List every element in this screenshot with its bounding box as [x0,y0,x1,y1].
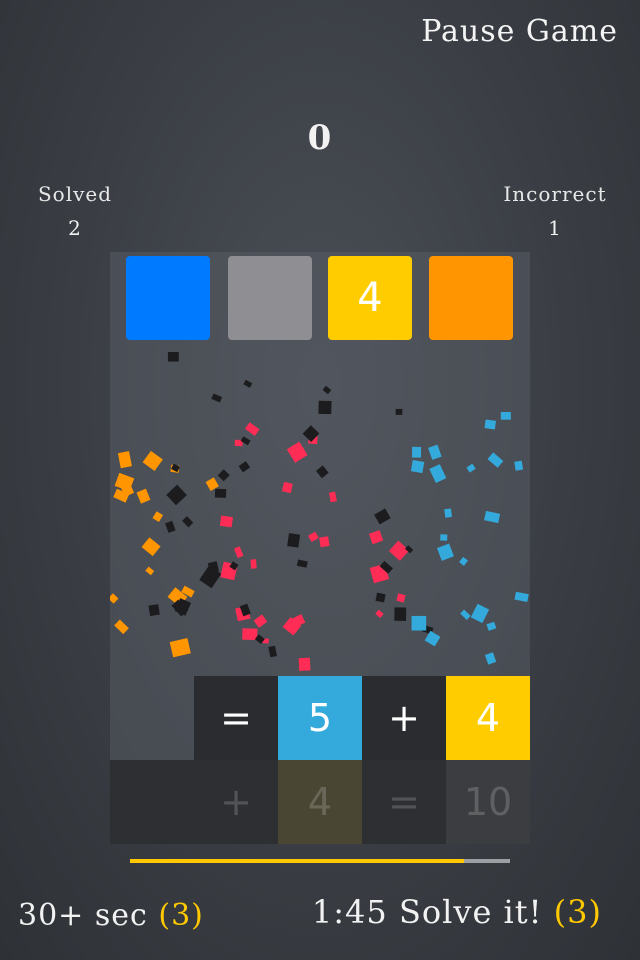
incorrect-value: 1 [548,216,562,240]
confetti-piece [142,450,163,471]
confetti-piece [136,488,151,504]
incorrect-stat: Incorrect 1 [490,182,620,240]
time-progress-bar [130,859,510,863]
confetti-piece [238,461,251,473]
solved-stat: Solved 2 [20,182,130,240]
time-progress-fill [130,859,465,863]
game-board: 4 + 4 = 10 = 5 + 4 [110,252,530,844]
confetti-piece [396,593,406,603]
confetti-piece [484,510,501,524]
confetti-piece [328,491,337,503]
confetti-piece [141,537,161,557]
confetti-piece [214,488,227,498]
equation-equals[interactable]: = [194,676,278,760]
confetti-piece [424,630,441,647]
confetti-piece [484,652,497,665]
confetti-piece [429,464,447,484]
confetti-piece [117,451,132,469]
confetti-piece [148,604,160,617]
confetti-piece [460,609,471,620]
confetti-piece [145,566,155,576]
confetti-piece [167,352,179,362]
bonus-count: (3) [158,898,204,933]
bonus-counter: 30+ sec (3) [18,898,204,933]
confetti-piece [436,543,454,561]
confetti-piece [394,607,407,621]
confetti-piece [322,385,332,395]
confetti-piece [318,400,332,415]
ghost-cell-0 [110,760,194,844]
confetti-piece [114,619,129,635]
confetti-piece [440,534,448,541]
confetti-piece [444,508,452,518]
confetti-piece [374,508,391,525]
confetti-piece [459,556,469,566]
confetti-piece [466,463,476,473]
confetti-piece [250,559,257,569]
confetti-piece [410,460,425,474]
confetti-piece [287,533,301,548]
confetti-piece [368,530,384,545]
confetti-piece [514,460,524,471]
confetti-piece [165,520,176,533]
confetti-piece [166,484,187,506]
solved-label: Solved [37,182,113,206]
confetti-piece [319,536,330,548]
pause-game-button[interactable]: Pause Game [421,14,618,49]
confetti-piece [315,465,329,479]
solved-value: 2 [68,216,82,240]
confetti-piece [375,592,386,603]
confetti-piece [233,546,244,558]
confetti-piece [282,481,293,494]
timer-status: 1:45 Solve it! (3) [312,893,602,931]
confetti-piece [242,628,258,641]
confetti-piece [253,614,268,628]
equation-plus[interactable]: + [362,676,446,760]
equation-tile-5[interactable]: 5 [278,676,362,760]
top-tile-blue[interactable] [126,256,210,340]
top-tile-yellow[interactable]: 4 [328,256,412,340]
confetti-piece [308,531,319,543]
confetti-piece [395,408,403,415]
confetti-piece [487,452,504,468]
confetti-piece [388,540,410,561]
ghost-cell-plus: + [194,760,278,844]
confetti-piece [375,609,384,619]
confetti-piece [411,615,427,631]
confetti-piece [428,444,442,460]
confetti-piece [219,515,234,528]
confetti-piece [500,412,511,420]
confetti-piece [411,446,422,458]
ghost-cell-equals: = [362,760,446,844]
score-display: 0 [307,118,333,158]
confetti-piece [486,621,497,631]
top-tile-gray[interactable] [228,256,312,340]
confetti-piece [217,469,230,482]
confetti-piece [152,511,164,523]
confetti-piece [298,657,311,672]
confetti-piece [296,559,308,568]
bonus-label: 30+ sec [18,898,148,933]
ghost-cell-4: 4 [278,760,362,844]
confetti-piece [169,638,191,658]
incorrect-label: Incorrect [503,182,607,206]
confetti-piece [286,441,308,463]
solve-label: Solve it! [398,893,543,931]
timer: 1:45 [311,893,388,931]
confetti-piece [182,516,194,528]
solve-count: (3) [553,893,602,931]
confetti-piece [211,393,223,403]
confetti-piece [244,422,260,436]
confetti-piece [243,379,253,388]
confetti-piece [484,419,497,430]
ghost-cell-10: 10 [446,760,530,844]
confetti-piece [514,591,529,603]
confetti-piece [268,645,277,658]
confetti-piece [110,593,119,604]
confetti-piece [470,603,490,624]
top-tile-orange[interactable] [429,256,513,340]
equation-tile-4[interactable]: 4 [446,676,530,760]
